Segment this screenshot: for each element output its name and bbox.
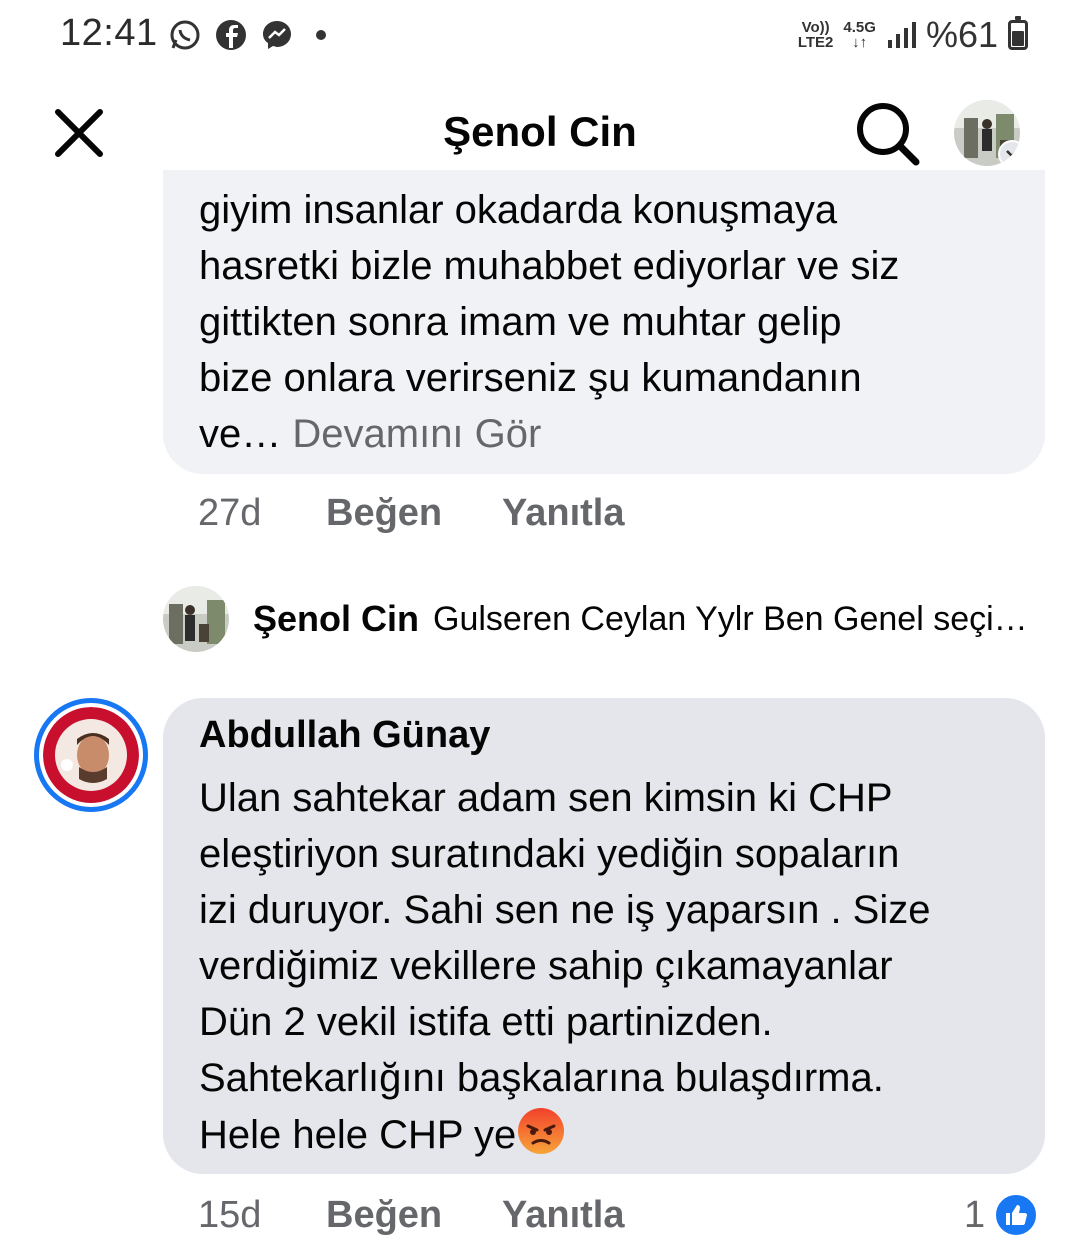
see-more-link[interactable]: Devamını Gör — [292, 412, 541, 456]
comment-author[interactable]: Abdullah Günay — [199, 714, 490, 757]
commenter-avatar[interactable] — [34, 698, 148, 812]
status-bar: 12:41 Vo)) LTE2 4.5G ↓↑ %61 — [0, 0, 1080, 72]
reply-preview[interactable]: Şenol Cin Gulseren Ceylan Yylr Ben Genel… — [163, 586, 1053, 652]
messenger-icon — [260, 18, 294, 52]
avatar — [43, 707, 139, 803]
network-indicator: 4.5G ↓↑ — [843, 19, 876, 51]
reaction-summary[interactable]: 1 — [964, 1192, 1040, 1238]
battery-icon — [1008, 16, 1028, 50]
status-right: Vo)) LTE2 4.5G ↓↑ %61 — [798, 14, 1028, 56]
reply-snippet: Gulseren Ceylan Yylr Ben Genel seçi… — [433, 599, 1028, 638]
avatar — [163, 586, 229, 652]
like-reaction-icon — [993, 1192, 1040, 1238]
signal-icon — [887, 22, 916, 48]
like-button[interactable]: Beğen — [326, 1194, 502, 1237]
status-time: 12:41 — [60, 12, 158, 54]
notification-icons — [168, 18, 326, 52]
comment-timestamp: 27d — [198, 492, 262, 534]
comment-actions: 27d Beğen Yanıtla — [198, 492, 625, 535]
reply-button[interactable]: Yanıtla — [502, 1194, 625, 1237]
reaction-count: 1 — [964, 1193, 986, 1236]
search-icon — [857, 103, 920, 166]
comment-bubble: Abdullah Günay Ulan sahtekar adam sen ki… — [163, 698, 1045, 1174]
comment-timestamp: 15d — [198, 1194, 262, 1236]
chevron-down-icon — [998, 140, 1020, 166]
angry-emoji-icon — [518, 1108, 565, 1154]
search-button[interactable] — [852, 98, 922, 168]
like-button[interactable]: Beğen — [326, 492, 502, 535]
volte-indicator: Vo)) LTE2 — [797, 19, 834, 51]
whatsapp-icon — [168, 18, 202, 52]
more-notifications-dot — [316, 30, 326, 40]
reply-author: Şenol Cin — [253, 598, 420, 639]
profile-avatar[interactable] — [954, 100, 1020, 166]
battery-percent: %61 — [925, 14, 998, 55]
comment-bubble: giyim insanlar okadarda konuşmaya hasret… — [163, 170, 1045, 474]
battery-fill — [1012, 31, 1024, 46]
comment-text: giyim insanlar okadarda konuşmaya hasret… — [199, 188, 900, 456]
facebook-icon — [214, 18, 248, 52]
comment-text: Ulan sahtekar adam sen kimsin ki CHP ele… — [199, 776, 931, 1157]
comment-actions: 15d Beğen Yanıtla — [198, 1194, 625, 1237]
reply-button[interactable]: Yanıtla — [502, 492, 625, 535]
